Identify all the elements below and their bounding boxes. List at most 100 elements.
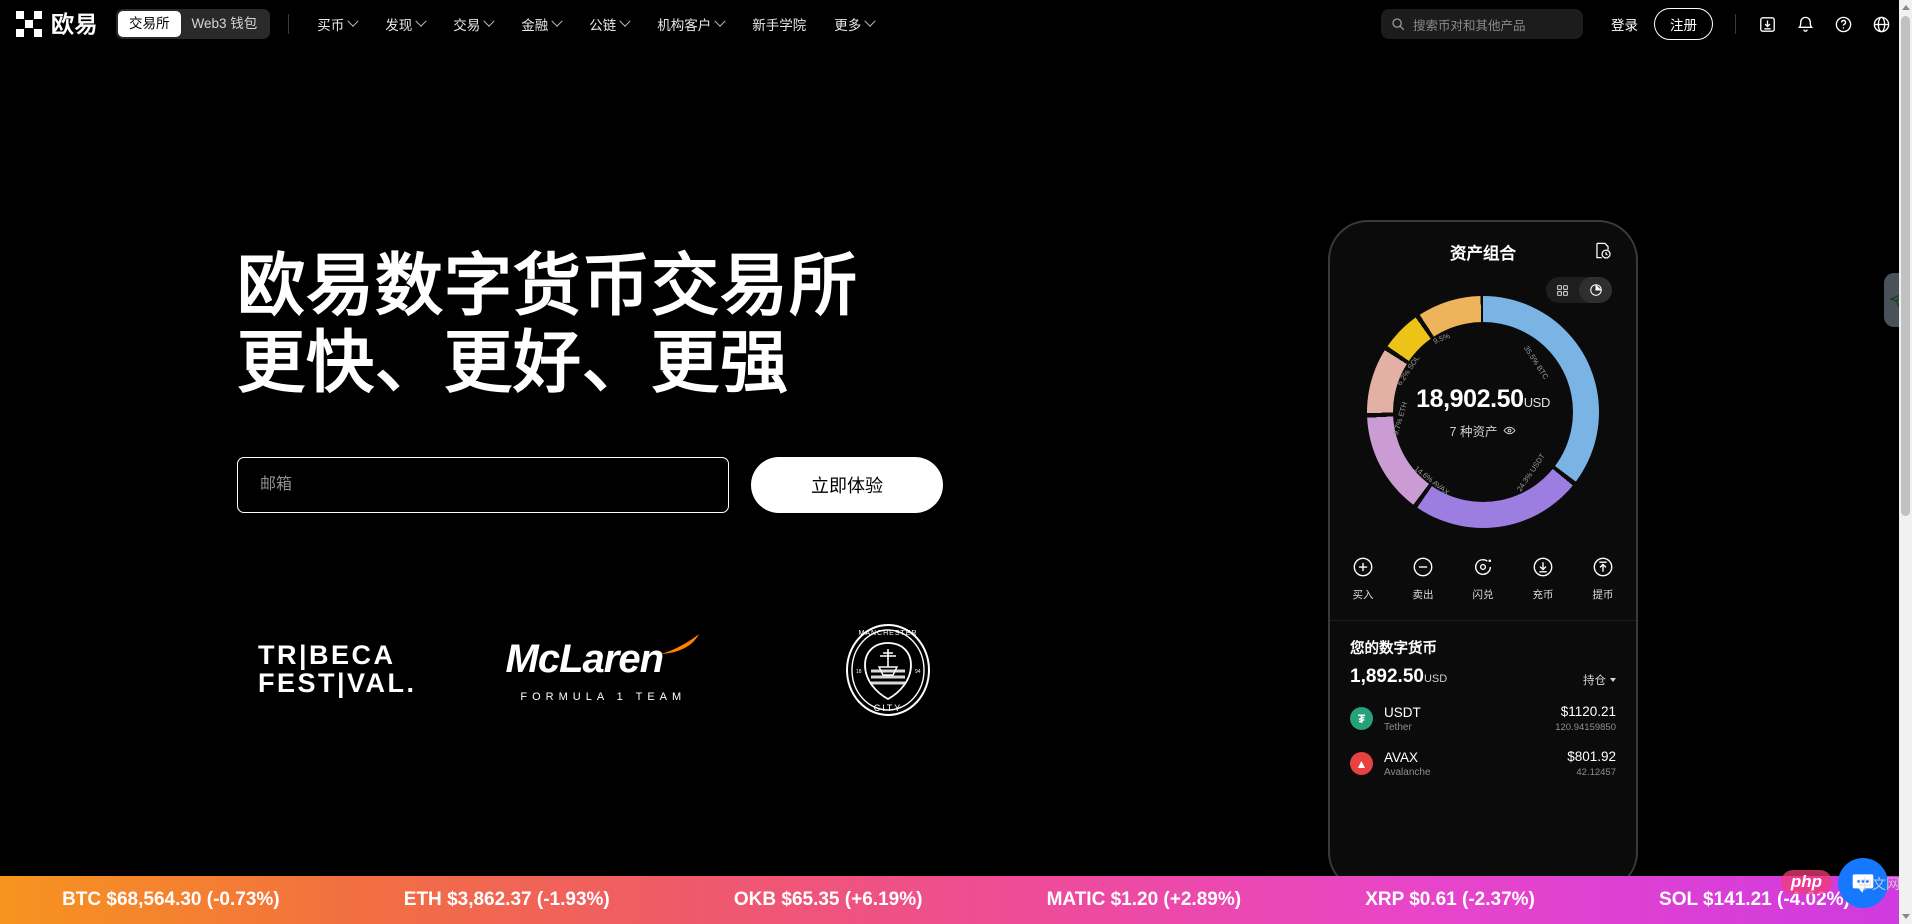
ticker-change: (-2.37%) xyxy=(1462,889,1535,910)
action-label: 提币 xyxy=(1592,589,1614,601)
notifications-button[interactable] xyxy=(1788,7,1822,41)
okx-logo-icon xyxy=(16,11,42,37)
chevron-down-icon xyxy=(415,15,427,27)
globe-icon xyxy=(1873,16,1889,32)
svg-text:MANCHESTER: MANCHESTER xyxy=(859,630,918,637)
scroll-down-arrow-icon[interactable] xyxy=(1902,914,1910,919)
login-button[interactable]: 登录 xyxy=(1599,14,1650,34)
tribeca-line-1: TR|BECA xyxy=(257,640,396,671)
ticker-symbol: OKB xyxy=(733,889,777,910)
action-deposit[interactable]: 充币 xyxy=(1530,554,1556,602)
chevron-down-icon xyxy=(1610,678,1616,682)
signup-form: 立即体验 xyxy=(237,456,997,513)
language-button[interactable] xyxy=(1864,7,1898,41)
nav-item-label: 公链 xyxy=(589,18,617,33)
nav-item-label: 更多 xyxy=(834,18,862,33)
nav-item-buy-crypto[interactable]: 买币 xyxy=(303,0,371,48)
holdings-value: 1,892.50 xyxy=(1350,666,1424,687)
coin-info: USDT Tether xyxy=(1384,705,1421,733)
hero-content: 欧易数字货币交易所 更快、更好、更强 立即体验 TR|BECA FEST|VAL… xyxy=(237,248,997,717)
action-buy[interactable]: 买入 xyxy=(1350,554,1376,602)
nav-item-institutional[interactable]: 机构客户 xyxy=(643,0,738,48)
history-doc-icon xyxy=(1596,242,1611,259)
list-item[interactable]: ₮ USDT Tether $1120.21 120.94159850 xyxy=(1350,704,1616,733)
tribeca-festival-logo: TR|BECA FEST|VAL. xyxy=(237,642,438,697)
mclaren-speedmark-icon xyxy=(661,633,700,654)
segment-web3-wallet[interactable]: Web3 钱包 xyxy=(181,11,269,37)
nav-item-finance[interactable]: 金融 xyxy=(507,0,575,48)
man-city-crest-icon: MANCHESTER CITY 18 94 xyxy=(846,623,931,716)
action-withdraw[interactable]: 提币 xyxy=(1590,554,1616,602)
deposit-icon xyxy=(1530,554,1556,580)
help-icon xyxy=(1835,16,1851,32)
nav-item-label: 交易 xyxy=(453,18,481,33)
action-sell[interactable]: 卖出 xyxy=(1410,554,1436,602)
ticker-symbol: SOL xyxy=(1659,889,1698,910)
scroll-up-arrow-icon[interactable] xyxy=(1902,5,1910,10)
help-button[interactable] xyxy=(1826,7,1860,41)
quick-actions: 买入 卖出 闪兑 充币 提币 xyxy=(1330,528,1636,602)
coin-glyph: ₮ xyxy=(1357,711,1366,726)
phone-mockup: 资产组合 18,902.50USD 7 种资产 35.5% BTC 24.3% … xyxy=(1328,220,1638,892)
nav-item-academy[interactable]: 新手学院 xyxy=(738,0,820,48)
svg-text:18: 18 xyxy=(856,669,862,675)
nav-item-trade[interactable]: 交易 xyxy=(439,0,507,48)
holdings-filter-dropdown[interactable]: 持仓 xyxy=(1583,672,1616,688)
ticker-price: $141.21 xyxy=(1703,889,1772,910)
chat-support-button[interactable] xyxy=(1838,858,1888,908)
email-field[interactable] xyxy=(237,456,729,513)
list-item[interactable]: ▲ AVAX Avalanche $801.92 42.12457 xyxy=(1350,749,1616,778)
ticker-symbol: MATIC xyxy=(1046,889,1106,910)
grid-icon xyxy=(1557,284,1568,296)
action-convert[interactable]: 闪兑 xyxy=(1470,554,1496,602)
ticker-symbol: BTC xyxy=(62,889,102,910)
ticker-item-okb[interactable]: OKB $65.35 (+6.19%) xyxy=(734,889,923,911)
nav-item-more[interactable]: 更多 xyxy=(820,0,888,48)
ticker-price: $3,862.37 xyxy=(447,889,532,910)
action-label: 买入 xyxy=(1352,589,1374,601)
portfolio-total-value: 18,902.50USD xyxy=(1416,385,1550,414)
svg-text:CITY: CITY xyxy=(874,703,903,713)
scrollbar[interactable] xyxy=(1899,0,1912,924)
nav-item-discover[interactable]: 发现 xyxy=(371,0,439,48)
product-switcher[interactable]: 交易所 Web3 钱包 xyxy=(116,9,271,39)
manchester-city-logo: MANCHESTER CITY 18 94 xyxy=(779,623,997,717)
download-app-button[interactable] xyxy=(1750,7,1784,41)
portfolio-donut-chart: 18,902.50USD 7 种资产 35.5% BTC 24.3% USDT … xyxy=(1367,296,1599,528)
swap-circle-icon xyxy=(1470,554,1496,580)
ticker-item-matic[interactable]: MATIC $1.20 (+2.89%) xyxy=(1047,889,1241,911)
ticker-item-eth[interactable]: ETH $3,862.37 (-1.93%) xyxy=(404,889,610,911)
ticker-price: $65.35 xyxy=(781,889,840,910)
ticker-change: (+2.89%) xyxy=(1163,889,1242,910)
ticker-change: (-0.73%) xyxy=(206,889,280,910)
plus-circle-icon xyxy=(1350,554,1376,580)
holdings-summary: 1,892.50USD 持仓 xyxy=(1350,666,1616,688)
ticker-item-sol[interactable]: SOL $141.21 (-4.02%) xyxy=(1659,889,1850,911)
search-icon xyxy=(1392,18,1405,31)
search-input[interactable]: 搜索币对和其他产品 xyxy=(1381,9,1583,39)
assets-count-label: 7 种资产 xyxy=(1449,424,1498,439)
nav-divider-2 xyxy=(1735,14,1736,34)
price-ticker-bar: BTC $68,564.30 (-0.73%) ETH $3,862.37 (-… xyxy=(0,876,1912,924)
nav-item-public-chain[interactable]: 公链 xyxy=(575,0,643,48)
register-button[interactable]: 注册 xyxy=(1654,8,1713,40)
chevron-down-icon xyxy=(714,15,726,27)
get-started-button[interactable]: 立即体验 xyxy=(751,456,943,513)
withdraw-icon xyxy=(1590,554,1616,580)
history-button[interactable] xyxy=(1593,241,1612,265)
ticker-symbol: ETH xyxy=(403,889,442,910)
ticker-change: (-1.93%) xyxy=(536,889,610,910)
ticker-item-xrp[interactable]: XRP $0.61 (-2.37%) xyxy=(1365,889,1535,911)
eye-icon[interactable] xyxy=(1503,424,1516,437)
portfolio-header: 资产组合 xyxy=(1330,222,1636,282)
ticker-item-btc[interactable]: BTC $68,564.30 (-0.73%) xyxy=(62,889,280,911)
segment-exchange[interactable]: 交易所 xyxy=(118,11,181,37)
brand-name: 欧易 xyxy=(51,10,98,37)
brand-logo[interactable]: 欧易 xyxy=(16,11,98,37)
avax-icon: ▲ xyxy=(1350,752,1373,775)
coin-glyph: ▲ xyxy=(1355,756,1368,771)
top-navigation-bar: 欧易 交易所 Web3 钱包 买币 发现 交易 金融 公链 机构客户 新手学院 … xyxy=(0,0,1912,48)
coin-name: Tether xyxy=(1384,721,1412,733)
nav-item-label: 买币 xyxy=(317,18,345,33)
scrollbar-thumb[interactable] xyxy=(1901,16,1910,516)
